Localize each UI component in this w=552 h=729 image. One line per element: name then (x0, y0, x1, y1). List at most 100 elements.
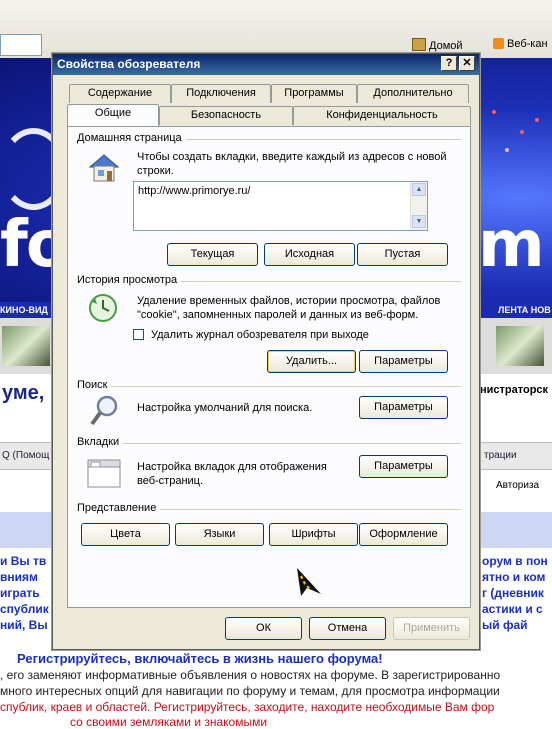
button-label: Исходная (284, 248, 335, 260)
appearance-section-label: Представление (77, 502, 161, 514)
delete-history-on-exit-checkbox[interactable] (133, 329, 144, 340)
text-line: ый фай (482, 618, 528, 632)
thumb-image (496, 326, 544, 366)
button-label: Удалить... (285, 355, 338, 367)
search-section-label: Поиск (77, 379, 112, 391)
para-line: , его заменяют информативные объявления … (0, 668, 501, 682)
button-label: Параметры (374, 460, 433, 472)
delete-history-on-exit-label[interactable]: Удалить журнал обозревателя при выходе (151, 328, 369, 342)
button-label: ОК (256, 622, 271, 634)
para-line: много интересных опций для навигации по … (0, 684, 500, 698)
banner-spark (505, 148, 509, 152)
apply-button[interactable]: Применить (393, 617, 470, 640)
tab-label: Программы (284, 87, 344, 99)
browser-toolbar: Домой Веб-кан (0, 0, 552, 59)
text-line: спублик (0, 602, 49, 616)
use-default-button[interactable]: Исходная (264, 243, 355, 266)
button-label: Языки (203, 528, 236, 540)
para-line: со своими земляками и знакомыми (70, 715, 268, 729)
dialog-titlebar[interactable]: Свойства обозревателя ? ✕ (53, 54, 479, 75)
magnifier-icon (89, 394, 121, 431)
address-bar[interactable] (0, 34, 42, 56)
section-divider (77, 386, 461, 387)
home-page-description: Чтобы создать вкладки, введите каждый из… (137, 151, 447, 177)
home-icon (412, 38, 426, 51)
close-icon: ✕ (462, 57, 472, 69)
tab-label: Подключения (186, 87, 256, 99)
fonts-button[interactable]: Шрифты (269, 523, 358, 546)
tab-advanced[interactable]: Дополнительно (357, 84, 469, 103)
internet-options-dialog: Свойства обозревателя ? ✕ Содержание Под… (52, 53, 480, 650)
tabs-description: Настройка вкладок для отображения веб-ст… (137, 461, 327, 487)
button-label: Пустая (384, 248, 421, 260)
cta-text: Регистрируйтесь, включайтесь в жизнь наш… (17, 651, 383, 666)
tab-programs[interactable]: Программы (271, 84, 357, 103)
history-settings-button[interactable]: Параметры (359, 350, 448, 373)
text-line: играть (0, 586, 40, 600)
use-blank-button[interactable]: Пустая (357, 243, 448, 266)
button-label: Оформление (369, 528, 438, 540)
login-link[interactable]: Авториза (496, 480, 539, 491)
feeds-button[interactable]: Веб-кан (493, 38, 548, 50)
history-section-label: История просмотра (77, 274, 182, 286)
text-line: орум в пон (482, 554, 548, 568)
thumb-image (2, 326, 50, 366)
history-description: Удаление временных файлов, истории просм… (137, 295, 441, 321)
button-label: Шрифты (291, 528, 336, 540)
feeds-label: Веб-кан (507, 38, 548, 50)
history-clock-icon (87, 292, 119, 327)
help-icon: ? (445, 57, 453, 69)
tab-label: Дополнительно (373, 87, 453, 99)
feeds-icon (493, 38, 504, 49)
home-page-url-value: http://www.primorye.ru/ (138, 185, 251, 197)
use-current-button[interactable]: Текущая (167, 243, 258, 266)
home-button[interactable]: Домой (412, 38, 463, 52)
close-button[interactable]: ✕ (459, 56, 475, 71)
tab-connections[interactable]: Подключения (171, 84, 271, 103)
tabs-settings-button[interactable]: Параметры (359, 455, 448, 478)
dialog-title: Свойства обозревателя (57, 57, 201, 71)
button-label: Параметры (374, 401, 433, 413)
accessibility-button[interactable]: Оформление (359, 523, 448, 546)
tab-label: Общие (94, 107, 132, 119)
text-line: г (дневник (482, 586, 544, 600)
button-label: Применить (403, 622, 460, 634)
register-link[interactable]: трации (484, 450, 517, 461)
button-label: Цвета (110, 528, 141, 540)
banner-spark (492, 110, 496, 114)
scroll-down-icon[interactable]: ▼ (412, 215, 426, 228)
strip-left[interactable]: КИНО-ВИД (0, 305, 48, 315)
tabs-section-label: Вкладки (77, 436, 124, 448)
delete-history-button[interactable]: Удалить... (267, 350, 356, 373)
search-settings-button[interactable]: Параметры (359, 396, 448, 419)
ok-button[interactable]: ОК (225, 617, 302, 640)
help-button[interactable]: ? (441, 56, 457, 71)
faq-link[interactable]: Q (Помощ (2, 450, 49, 461)
tab-security[interactable]: Безопасность (159, 106, 293, 125)
button-label: Параметры (374, 355, 433, 367)
tabs-window-icon (87, 457, 121, 492)
strip-right[interactable]: ЛЕНТА НОВ (498, 305, 551, 315)
button-label: Отмена (327, 622, 368, 634)
home-page-url-input[interactable]: http://www.primorye.ru/ ▲ ▼ (133, 181, 428, 231)
banner-spark (520, 130, 524, 134)
admin-link[interactable]: нистраторск (480, 384, 548, 396)
url-scrollbar[interactable]: ▲ ▼ (410, 182, 427, 230)
text-line: ний, Вы (0, 618, 48, 632)
tab-content[interactable]: Содержание (69, 84, 171, 103)
tab-label: Безопасность (190, 109, 262, 121)
home-label: Домой (429, 40, 463, 52)
cancel-button[interactable]: Отмена (309, 617, 386, 640)
search-description: Настройка умолчаний для поиска. (137, 402, 313, 414)
text-line: астики и с (482, 602, 543, 616)
tab-label: Конфиденциальность (326, 109, 438, 121)
tab-label: Содержание (87, 87, 153, 99)
scroll-up-icon[interactable]: ▲ (412, 183, 426, 196)
colors-button[interactable]: Цвета (81, 523, 170, 546)
tab-general[interactable]: Общие (67, 104, 159, 126)
languages-button[interactable]: Языки (175, 523, 264, 546)
para-line: спублик, краев и областей. Регистрируйте… (0, 700, 495, 714)
house-icon (87, 152, 121, 187)
banner-spark (535, 118, 539, 122)
tab-privacy[interactable]: Конфиденциальность (293, 106, 471, 125)
